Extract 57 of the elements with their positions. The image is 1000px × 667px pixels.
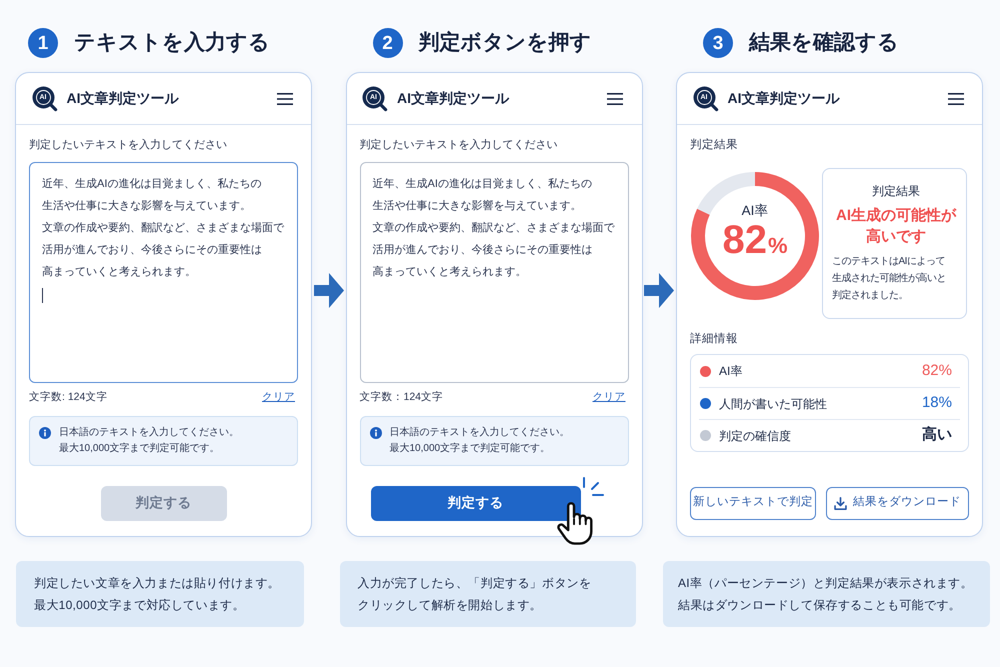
text-line: 近年、生成AIの進化は目覚ましく、私たちの [372, 176, 592, 192]
app-title: AI文章判定ツール [66, 89, 178, 108]
notice-text: 日本語のテキストを入力してください。最大10,000文字まで判定可能です。 [390, 426, 570, 456]
click-sparks-icon [582, 477, 604, 496]
detail-value: 高い [922, 425, 952, 446]
notice-text: 日本語のテキストを入力してください。最大10,000文字まで判定可能です。 [59, 426, 240, 456]
text-input-field[interactable]: 近年、生成AIの進化は目覚ましく、私たちの 生活や仕事に大きな影響を与えています。 文章の作成や要約、翻訳など、さまざまな場面で 活用が進んでおり、今後さらにその重要性は 高まっていくと考えられます。 [29, 162, 298, 383]
step-title: 結果を確認する [749, 30, 899, 56]
field-label: 判定したいテキストを入力してください [29, 138, 228, 152]
clear-link[interactable]: クリア [592, 390, 626, 404]
detail-label: AI率 [719, 363, 742, 380]
text-line: 文章の作成や要約、翻訳など、さまざまな場面で [42, 220, 284, 236]
character-count: 文字数：124文字 [360, 390, 444, 404]
section-label: 詳細情報 [690, 332, 739, 346]
gauge-label: AI率 [742, 203, 768, 219]
section-label: 判定結果 [690, 138, 739, 152]
action-button[interactable]: 結果をダウンロード [826, 486, 969, 520]
menu-icon[interactable] [948, 92, 964, 104]
arrow-right-icon [314, 273, 344, 308]
clear-link[interactable]: クリア [262, 390, 295, 404]
app-title: AI文章判定ツール [728, 89, 840, 108]
field-label: 判定したいテキストを入力してください [360, 138, 558, 152]
step-title: 判定ボタンを押す [418, 30, 592, 56]
submit-button[interactable]: 判定する [370, 486, 580, 521]
text-line: 高まっていくと考えられます。 [42, 264, 196, 280]
text-cursor-icon [42, 288, 44, 303]
summary-text: このテキストはAIによって生成された可能性が高いと判定されました。 [832, 255, 947, 303]
text-line: 文章の作成や要約、翻訳など、さまざまな場面で [372, 220, 614, 236]
step-number: 3 [703, 28, 733, 58]
verdict-text: AI生成の可能性が高いです [835, 206, 958, 247]
text-line: 活用が進んでおり、今後さらにその重要性は [42, 243, 262, 258]
step-caption: 入力が完了したら、「判定する」ボタンをクリックして解析を開始します。 [340, 561, 636, 627]
step-caption: 判定したい文章を入力または貼り付けます。最大10,000文字まで対応しています。 [16, 561, 304, 627]
summary-heading: 判定結果 [871, 183, 921, 199]
text-line: 活用が進んでおり、今後さらにその重要性は [372, 243, 592, 258]
detail-label: 判定の確信度 [719, 428, 791, 444]
text-line: 生活や仕事に大きな影響を与えています。 [42, 198, 251, 214]
step-number: 2 [372, 28, 402, 58]
step-title: テキストを入力する [74, 30, 270, 56]
info-icon [39, 427, 51, 439]
text-line: 高まっていくと考えられます。 [372, 264, 526, 280]
menu-icon[interactable] [607, 92, 623, 104]
text-input-field[interactable]: 近年、生成AIの進化は目覚ましく、私たちの 生活や仕事に大きな影響を与えています。 文章の作成や要約、翻訳など、さまざまな場面で 活用が進んでおり、今後さらにその重要性は 高まっていくと考えられます。 [360, 162, 628, 383]
step-number: 1 [28, 28, 58, 58]
detail-label: 人間が書いた可能性 [719, 396, 827, 412]
detail-value: 82% [922, 360, 952, 381]
step-caption: AI率（パーセンテージ）と判定結果が表示されます。結果はダウンロードして保存することも可能です。 [663, 561, 990, 627]
action-button[interactable]: 新しいテキストで判定 [690, 486, 816, 520]
gauge-value: 82% [722, 219, 788, 264]
text-line: 近年、生成AIの進化は目覚ましく、私たちの [42, 176, 262, 192]
menu-icon[interactable] [276, 92, 292, 104]
text-line: 生活や仕事に大きな影響を与えています。 [372, 198, 582, 214]
info-icon [370, 427, 382, 439]
arrow-right-icon [644, 273, 674, 308]
character-count: 文字数: 124文字 [29, 390, 108, 404]
app-title: AI文章判定ツール [397, 89, 509, 108]
detail-value: 18% [922, 393, 952, 414]
